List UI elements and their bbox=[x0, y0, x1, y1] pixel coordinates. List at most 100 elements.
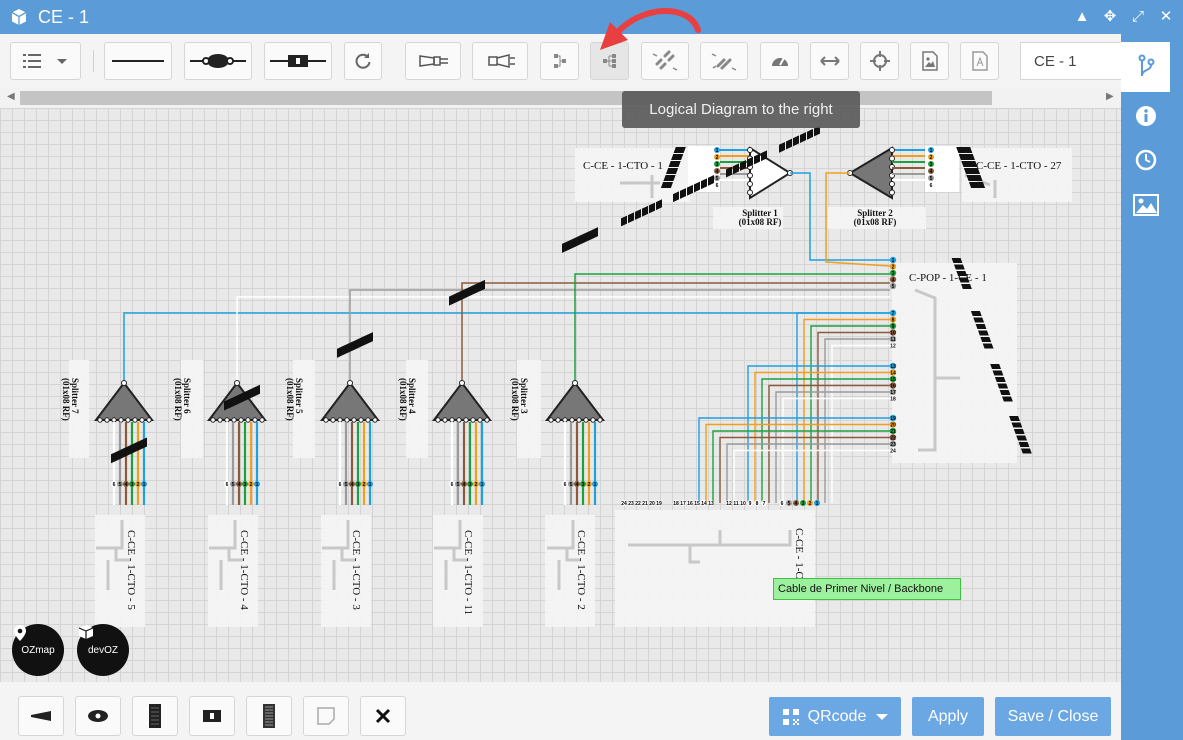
port-number: 5 bbox=[788, 501, 791, 507]
splitter-port bbox=[118, 417, 124, 423]
backbone-cable-label[interactable]: Cable de Primer Nivel / Backbone bbox=[773, 578, 961, 600]
port-number: 7 bbox=[892, 311, 895, 317]
port-number: 3 bbox=[892, 271, 895, 277]
diagram-canvas[interactable]: 1 2 3 4 5 6 1 2 3 4 5 6 1 2 3 4 5 7 8 9 10 11 12 13 14 15 16 17 18 19… bbox=[0, 108, 1121, 682]
port-number: 20 bbox=[890, 423, 896, 429]
port-number: 2 bbox=[588, 482, 591, 488]
connector-port bbox=[123, 445, 129, 458]
splitter-shape bbox=[848, 146, 893, 200]
fiber-line bbox=[349, 289, 890, 383]
cable-tool-button[interactable] bbox=[104, 42, 172, 80]
port-number: 21 bbox=[890, 429, 896, 435]
splitter-port bbox=[576, 417, 582, 423]
splitter-port bbox=[337, 417, 343, 423]
splitter-port bbox=[104, 417, 110, 423]
file-image-icon bbox=[921, 51, 938, 71]
fiber-line bbox=[824, 338, 890, 503]
splitter-left-button[interactable] bbox=[405, 42, 461, 80]
move-icon[interactable]: ✥ bbox=[1101, 6, 1119, 26]
connector-port bbox=[580, 232, 586, 245]
link-icon bbox=[711, 53, 737, 71]
splitter-port bbox=[132, 417, 138, 423]
connector-port bbox=[951, 258, 963, 263]
center-button[interactable] bbox=[860, 42, 899, 80]
map-pin-icon bbox=[14, 625, 26, 641]
scroll-left-icon[interactable]: ◀ bbox=[7, 91, 15, 102]
splitter-port bbox=[747, 189, 753, 196]
export-image-button[interactable] bbox=[910, 42, 949, 80]
tab-info[interactable] bbox=[1121, 91, 1170, 141]
connector-port bbox=[248, 387, 254, 400]
apply-button[interactable]: Apply bbox=[912, 697, 984, 736]
port-number: 2 bbox=[137, 482, 140, 488]
connector-port bbox=[786, 138, 792, 150]
tab-diagram[interactable] bbox=[1121, 42, 1170, 92]
connector-port bbox=[111, 451, 117, 464]
element-box bbox=[321, 515, 371, 627]
logical-diagram-left-button[interactable] bbox=[540, 42, 579, 80]
list-menu-button[interactable] bbox=[10, 42, 81, 80]
port-number: 2 bbox=[716, 155, 719, 161]
element-box bbox=[208, 515, 258, 627]
port-number: 4 bbox=[795, 501, 798, 507]
add-connector-button[interactable] bbox=[189, 696, 235, 736]
tab-history[interactable] bbox=[1121, 135, 1170, 185]
connector-port bbox=[467, 285, 473, 298]
port-number: 16 bbox=[890, 384, 896, 390]
horizontal-scrollbar[interactable]: ◀ ▶ bbox=[0, 88, 1121, 108]
scroll-right-icon[interactable]: ▶ bbox=[1106, 91, 1114, 102]
diagram-name-input[interactable]: CE - 1 bbox=[1020, 42, 1122, 80]
port-number: 14 bbox=[701, 501, 707, 507]
add-terminal-button[interactable] bbox=[246, 696, 292, 736]
delete-button[interactable] bbox=[360, 696, 406, 736]
element-box bbox=[615, 510, 815, 627]
splitter-right-button[interactable] bbox=[472, 42, 528, 80]
clock-icon bbox=[1135, 149, 1156, 171]
add-dio-button[interactable] bbox=[132, 696, 178, 736]
port-number: 23 bbox=[628, 501, 634, 507]
resize-horizontal-button[interactable] bbox=[810, 42, 849, 80]
tooltip: Logical Diagram to the right bbox=[622, 91, 860, 128]
close-icon[interactable]: ✕ bbox=[1157, 6, 1175, 26]
collapse-icon[interactable]: ▲ bbox=[1073, 6, 1091, 26]
connector-port bbox=[980, 337, 992, 342]
port-number: 3 bbox=[357, 482, 360, 488]
speed-button[interactable] bbox=[760, 42, 799, 80]
port-number: 6 bbox=[564, 482, 567, 488]
connector-port bbox=[1016, 435, 1028, 441]
splitter-port bbox=[484, 417, 490, 423]
splitter-port bbox=[889, 147, 895, 153]
port-number: 24 bbox=[890, 449, 896, 455]
connector-port bbox=[574, 235, 580, 248]
splitter-port bbox=[583, 417, 589, 423]
port-number: 20 bbox=[649, 501, 655, 507]
toolbar: CE - 1 bbox=[0, 34, 1122, 88]
fusion-tool-button[interactable] bbox=[184, 42, 252, 80]
expand-icon[interactable]: ⤢ bbox=[1129, 6, 1147, 26]
port-number: 4 bbox=[892, 278, 895, 284]
qrcode-icon bbox=[782, 708, 799, 725]
add-fusion-button[interactable] bbox=[75, 696, 121, 736]
port-number: 12 bbox=[726, 501, 732, 507]
port-number: 19 bbox=[890, 416, 896, 422]
fiber-line bbox=[803, 318, 890, 503]
tab-images[interactable] bbox=[1121, 180, 1170, 230]
splitter-port bbox=[562, 417, 568, 423]
qrcode-dropdown-button[interactable]: QRcode bbox=[769, 697, 901, 736]
pop-label: C-POP - 1-CE - 1 bbox=[909, 272, 987, 284]
fiber-line bbox=[712, 430, 890, 503]
export-pdf-button[interactable] bbox=[960, 42, 999, 80]
splitter-shape bbox=[544, 381, 606, 421]
add-splitter-button[interactable] bbox=[18, 696, 64, 736]
cto-label: C-CE - 1-CTO - 1 bbox=[583, 160, 663, 172]
element-box bbox=[545, 515, 595, 627]
save-close-button[interactable]: Save / Close bbox=[995, 697, 1111, 736]
connector-port bbox=[628, 212, 634, 224]
add-note-button[interactable] bbox=[303, 696, 349, 736]
connector-port bbox=[994, 377, 1006, 382]
element-box bbox=[433, 515, 483, 627]
branch-icon bbox=[1138, 54, 1154, 77]
connector-tool-button[interactable] bbox=[264, 42, 332, 80]
fiber-line bbox=[236, 296, 890, 383]
refresh-button[interactable] bbox=[344, 42, 382, 80]
